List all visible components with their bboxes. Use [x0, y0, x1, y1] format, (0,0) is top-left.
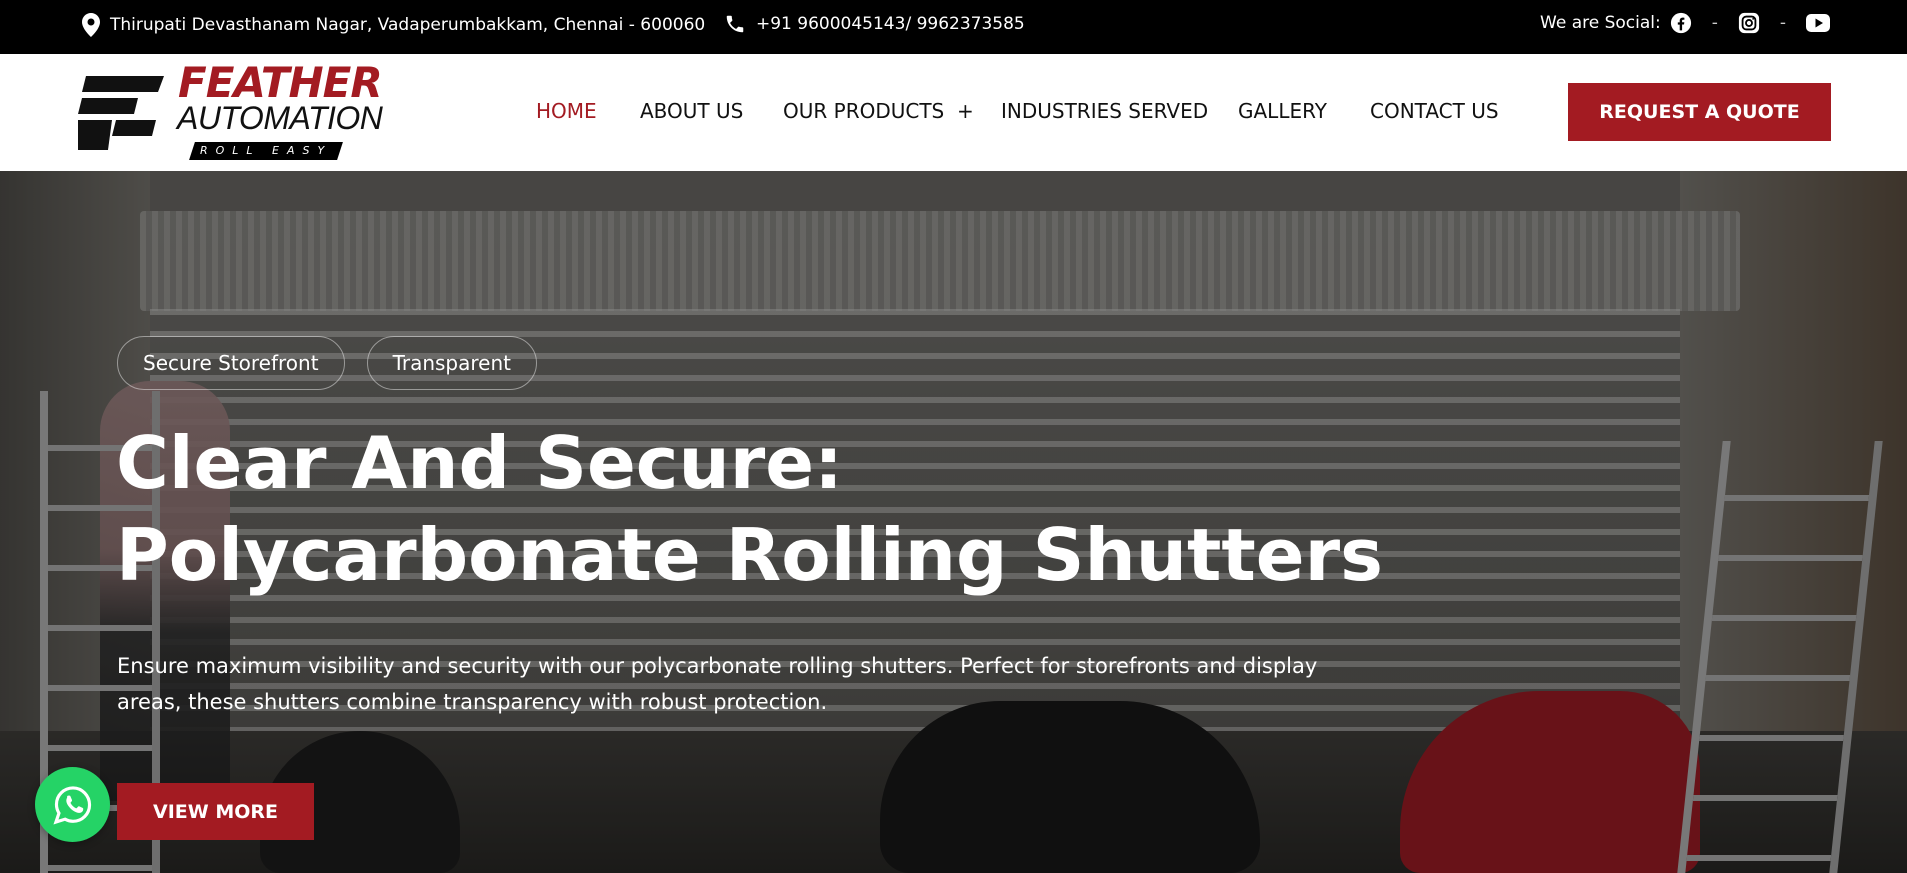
social-separator: - — [1779, 13, 1786, 33]
social-separator: - — [1711, 13, 1718, 33]
address-text: Thirupati Devasthanam Nagar, Vadaperumba… — [110, 15, 706, 35]
phone-icon — [726, 15, 744, 33]
hero-title-line-2: Polycarbonate Rolling Shutters — [116, 513, 1383, 597]
social-links: We are Social: - - — [1540, 12, 1830, 34]
whatsapp-chat-button[interactable] — [35, 767, 110, 842]
phone-info[interactable]: +91 9600045143/ 9962373585 — [724, 13, 1025, 35]
nav-item-industries-served[interactable]: INDUSTRIES SERVED — [1001, 99, 1208, 123]
phone-text: +91 9600045143/ 9962373585 — [756, 14, 1025, 34]
hero-description: Ensure maximum visibility and security w… — [117, 654, 1318, 714]
logo-mark-icon — [78, 76, 164, 150]
top-bar: Thirupati Devasthanam Nagar, Vadaperumba… — [0, 0, 1907, 54]
logo-tagline-text: ROLL EASY — [199, 144, 333, 157]
hero-title-line-1: Clear And Secure: — [116, 421, 843, 505]
nav-item-gallery[interactable]: GALLERY — [1238, 99, 1327, 123]
request-quote-button[interactable]: REQUEST A QUOTE — [1568, 83, 1831, 141]
nav-item-home[interactable]: HOME — [536, 99, 597, 123]
nav-item-our-products[interactable]: OUR PRODUCTS + — [783, 99, 974, 123]
nav-item-contact-us[interactable]: CONTACT US — [1370, 99, 1499, 123]
hero-title: Clear And Secure: Polycarbonate Rolling … — [116, 417, 1383, 601]
hero-tag: Transparent — [366, 336, 537, 390]
brand-logo[interactable]: FEATHER AUTOMATION ROLL EASY — [78, 58, 383, 160]
nav-item-about-us[interactable]: ABOUT US — [640, 99, 743, 123]
location-pin-icon — [82, 13, 100, 37]
view-more-button[interactable]: VIEW MORE — [117, 783, 314, 840]
whatsapp-icon — [52, 785, 91, 824]
hero-tag: Secure Storefront — [117, 336, 345, 390]
instagram-icon[interactable] — [1738, 12, 1760, 34]
social-label: We are Social: — [1540, 13, 1661, 33]
address-info: Thirupati Devasthanam Nagar, Vadaperumba… — [82, 13, 705, 37]
logo-wordmark-automation: AUTOMATION — [177, 100, 383, 136]
facebook-icon[interactable] — [1670, 12, 1692, 34]
youtube-icon[interactable] — [1806, 14, 1830, 32]
hero-tags: Secure Storefront Transparent — [117, 336, 537, 390]
logo-tagline: ROLL EASY — [189, 142, 343, 160]
